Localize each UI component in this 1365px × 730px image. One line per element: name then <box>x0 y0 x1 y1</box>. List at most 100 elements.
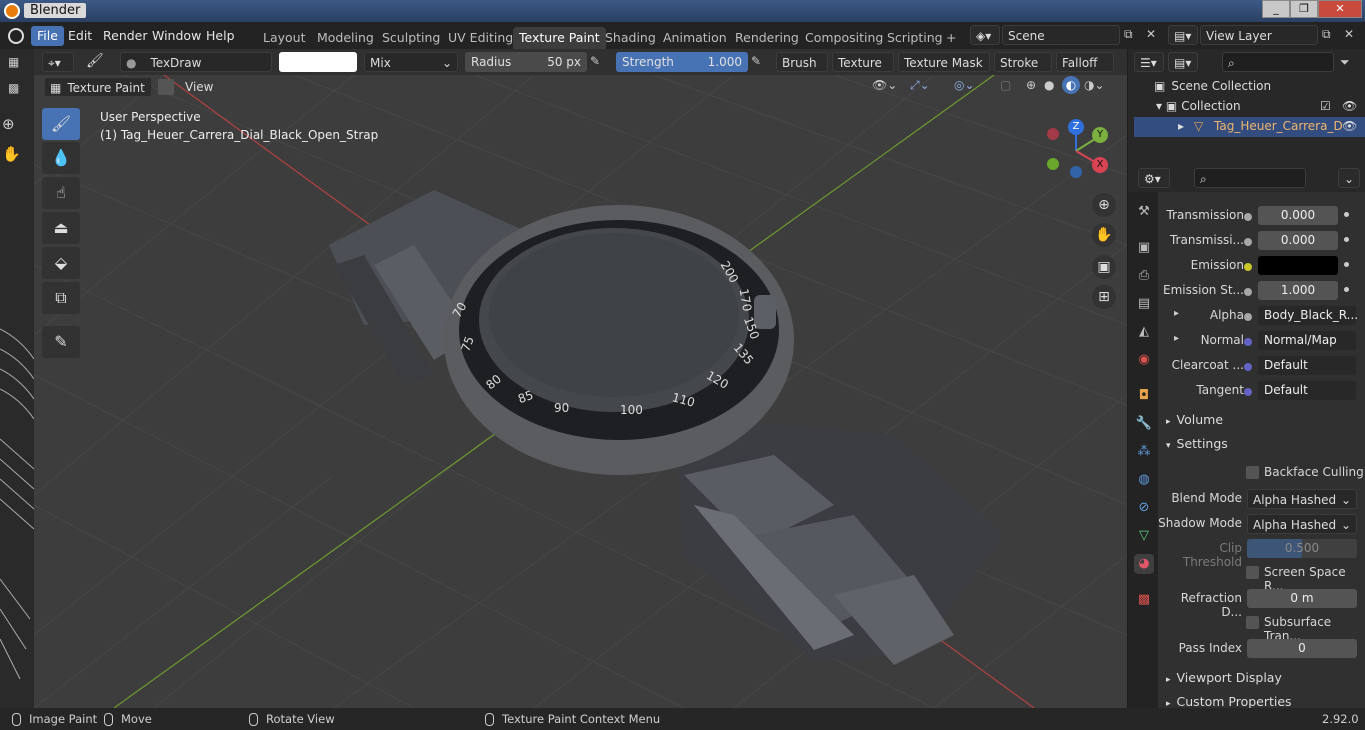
normal-link-field[interactable]: Normal/Map <box>1258 331 1356 350</box>
wireframe-shading-icon[interactable]: ⊕ <box>1026 78 1036 92</box>
viewlayer-selector-icon[interactable]: ▤▾ <box>1168 25 1198 45</box>
texture-mask-menu[interactable]: Texture Mask ⌄ <box>898 52 990 90</box>
filter-icon[interactable]: ⏷ <box>1340 55 1350 70</box>
tab-uv-editing[interactable]: UV Editing <box>442 27 519 49</box>
outliner-search-input[interactable]: ⌕ <box>1222 52 1334 72</box>
visibility-eye-icon[interactable]: 👁 <box>1342 119 1357 133</box>
overlay-toggle-icon[interactable]: ◎⌄ <box>954 78 975 92</box>
socket-dot[interactable] <box>1244 213 1252 221</box>
tab-modeling[interactable]: Modeling <box>311 27 380 49</box>
pass-index-field[interactable]: 0 <box>1247 639 1357 658</box>
minimize-button[interactable]: _ <box>1262 0 1290 18</box>
tab-rendering[interactable]: Rendering <box>729 27 805 49</box>
blend-mode-dropdown[interactable]: Mix ⌄ <box>364 52 458 72</box>
radius-pressure-icon[interactable]: ✎ <box>590 54 600 68</box>
keyframe-dot[interactable] <box>1344 212 1349 217</box>
3d-viewport[interactable]: 70 75 80 85 90 100 110 120 135 150 170 2… <box>34 75 1127 708</box>
gizmo-y-axis[interactable]: Y <box>1092 127 1108 143</box>
particles-tab-icon[interactable]: ⁂ <box>1134 442 1154 462</box>
smear-tool-icon[interactable]: ☝ <box>42 177 80 209</box>
modifier-tab-icon[interactable]: 🔧 <box>1134 414 1154 434</box>
texture-tab-icon[interactable]: ▩ <box>1134 590 1154 610</box>
exclude-checkbox[interactable]: ☑ <box>1320 99 1331 113</box>
gizmo-neg-z[interactable] <box>1070 166 1082 178</box>
tab-sculpting[interactable]: Sculpting <box>376 27 446 49</box>
gizmo-neg-y[interactable] <box>1047 158 1059 170</box>
zoom-view-icon[interactable]: ⊕ <box>1092 193 1116 217</box>
tab-texture-paint[interactable]: Texture Paint <box>513 27 606 49</box>
new-viewlayer-icon[interactable]: ⧉ <box>1322 27 1331 42</box>
navigation-gizmo[interactable]: Z Y X <box>1044 119 1108 181</box>
output-tab-icon[interactable]: ⎙ <box>1134 266 1154 286</box>
pan-view-icon[interactable]: ✋ <box>1092 223 1116 247</box>
tool-settings-icon[interactable]: ⌖▾ <box>42 52 74 72</box>
gizmo-neg-x[interactable] <box>1047 128 1059 140</box>
checker-icon[interactable]: ▩ <box>8 81 19 95</box>
zoom-icon[interactable]: ⊕ <box>2 115 15 133</box>
menu-edit[interactable]: Edit <box>62 26 98 46</box>
tool-tab-icon[interactable]: ⚒ <box>1134 202 1154 222</box>
visibility-icon[interactable]: 👁⌄ <box>872 78 897 92</box>
scene-selector-icon[interactable]: ◈▾ <box>970 25 1000 45</box>
tab-scripting[interactable]: Scripting <box>881 27 949 49</box>
tab-shading[interactable]: Shading <box>599 27 662 49</box>
keyframe-dot[interactable] <box>1344 262 1349 267</box>
editor-type-icon[interactable]: ▦ <box>8 55 19 69</box>
constraints-tab-icon[interactable]: ⊘ <box>1134 498 1154 518</box>
custom-properties-panel-header[interactable]: ▸ Custom Properties <box>1166 694 1292 709</box>
clone-tool-icon[interactable]: ⏏ <box>42 212 80 244</box>
mode-dropdown[interactable]: ▦Texture Paint ⌄ <box>44 77 152 115</box>
gizmo-toggle-icon[interactable]: ⤢⌄ <box>910 78 930 93</box>
socket-dot[interactable] <box>1244 288 1252 296</box>
backface-culling-checkbox[interactable] <box>1246 466 1259 479</box>
properties-search-input[interactable]: ⌕ <box>1194 168 1306 188</box>
tab-animation[interactable]: Animation <box>657 27 733 49</box>
strength-slider[interactable]: Strength 1.000 <box>616 52 748 72</box>
render-tab-icon[interactable]: ▣ <box>1134 238 1154 258</box>
volume-panel-header[interactable]: ▸ Volume <box>1166 412 1223 427</box>
alpha-link-field[interactable]: Body_Black_R... <box>1258 306 1358 325</box>
solid-shading-icon[interactable]: ● <box>1044 78 1054 92</box>
refraction-depth-field[interactable]: 0 m <box>1247 589 1357 608</box>
brush-icon[interactable]: 🖌 <box>86 53 104 69</box>
socket-dot[interactable] <box>1244 363 1252 371</box>
visibility-eye-icon[interactable]: 👁 <box>1342 99 1357 113</box>
socket-dot[interactable] <box>1244 238 1252 246</box>
blend-mode-select[interactable]: Alpha Hashed ⌄ <box>1247 489 1357 509</box>
socket-dot[interactable] <box>1244 313 1252 321</box>
view-layer-tab-icon[interactable]: ▤ <box>1134 294 1154 314</box>
xray-icon[interactable]: ▢ <box>1000 78 1011 92</box>
transmission-field[interactable]: 0.000 <box>1258 206 1338 225</box>
ssr-checkbox[interactable] <box>1246 566 1259 579</box>
material-tab-icon[interactable]: ◕ <box>1134 554 1154 574</box>
menu-window[interactable]: Window <box>146 26 207 46</box>
ortho-toggle-icon[interactable]: ⊞ <box>1092 285 1116 309</box>
tab-layout[interactable]: Layout <box>257 27 312 49</box>
collection-row[interactable]: ▾ ▣ Collection <box>1156 99 1241 113</box>
scene-collection-row[interactable]: ▣ Scene Collection <box>1154 79 1271 93</box>
sss-checkbox[interactable] <box>1246 616 1259 629</box>
viewlayer-name-field[interactable]: View Layer <box>1200 25 1318 45</box>
menu-help[interactable]: Help <box>200 26 241 46</box>
viewport-display-panel-header[interactable]: ▸ Viewport Display <box>1166 670 1282 685</box>
stroke-menu[interactable]: Stroke ⌄ <box>994 52 1052 90</box>
data-tab-icon[interactable]: ▽ <box>1134 526 1154 546</box>
remove-scene-icon[interactable]: ✕ <box>1146 27 1156 41</box>
outliner-editor-type-icon[interactable]: ☰▾ <box>1134 52 1164 72</box>
socket-dot[interactable] <box>1244 338 1252 346</box>
brush-menu[interactable]: Brush ⌄ <box>776 52 828 90</box>
fill-tool-icon[interactable]: ⬙ <box>42 247 80 279</box>
strength-pressure-icon[interactable]: ✎ <box>751 54 761 68</box>
material-preview-icon[interactable]: ◐ <box>1062 76 1080 94</box>
soften-tool-icon[interactable]: 💧 <box>42 142 80 174</box>
falloff-menu[interactable]: Falloff ⌄ <box>1056 52 1114 90</box>
properties-editor-type-icon[interactable]: ⚙▾ <box>1138 168 1170 188</box>
shadow-mode-select[interactable]: Alpha Hashed ⌄ <box>1247 514 1357 534</box>
rendered-shading-icon[interactable]: ◑⌄ <box>1084 78 1105 92</box>
keyframe-dot[interactable] <box>1344 287 1349 292</box>
gizmo-x-axis[interactable]: X <box>1092 157 1108 173</box>
clip-threshold-slider[interactable]: 0.500 <box>1247 539 1357 558</box>
transmission-roughness-field[interactable]: 0.000 <box>1258 231 1338 250</box>
camera-view-icon[interactable]: ▣ <box>1092 255 1116 279</box>
object-tab-icon[interactable]: ◘ <box>1134 386 1154 406</box>
